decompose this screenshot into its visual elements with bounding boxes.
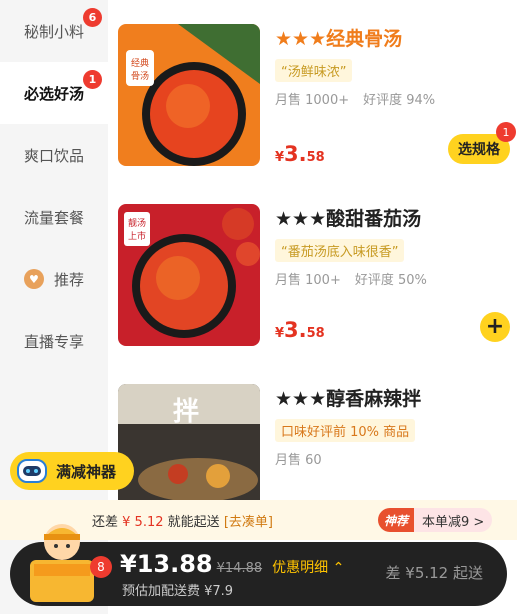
sidebar-item-live[interactable]: 直播专享 (0, 310, 108, 372)
cart-count-badge: 8 (90, 556, 112, 578)
rating: 好评度 50% (354, 273, 427, 288)
delivery-fee: 预估加配送费 ¥7.9 (122, 584, 234, 599)
product-image[interactable]: 经典 骨汤 (118, 24, 260, 166)
svg-text:骨汤: 骨汤 (131, 71, 149, 82)
product-price: ¥3.58 (275, 142, 325, 166)
product-info: ★★★醇香麻辣拌 口味好评前 10% 商品 月售 60 (275, 384, 510, 468)
recommend-tag: 神荐 (378, 508, 415, 532)
sidebar-item-drinks[interactable]: 爽口饮品 (0, 124, 108, 186)
sidebar-item-combos[interactable]: 流量套餐 (0, 186, 108, 248)
min-order-hint: 还差 ¥ 5.12 就能起送 [去凑单] (92, 514, 273, 530)
cart-bar[interactable]: 8 ¥13.88 ¥14.88 优惠明细 ⌃ 预估加配送费 ¥7.9 差 ¥5.… (10, 524, 507, 606)
count-badge: 1 (496, 122, 516, 142)
recommend-icon: ♥ (23, 269, 44, 289)
discount-button[interactable]: 本单减9 > (414, 508, 493, 532)
count-badge: 1 (83, 70, 102, 89)
select-spec-button[interactable]: 选规格 1 (448, 122, 516, 164)
product-info: ★★★酸甜番茄汤 “番茄汤底入味很香” 月售 100+ 好评度 50% ¥3.58… (275, 204, 510, 342)
sidebar-item-recommend[interactable]: ♥ 推荐 (0, 248, 108, 310)
product-image[interactable]: 拌 (118, 384, 260, 500)
svg-text:上市: 上市 (128, 230, 146, 242)
product-info: ★★★经典骨汤 “汤鲜味浓” 月售 1000+ 好评度 94% ¥3.58 选规格… (275, 24, 516, 166)
rating: 好评度 94% (363, 93, 436, 108)
product-meta: 月售 100+ 好评度 50% (275, 269, 510, 288)
product-tag: “番茄汤底入味很香” (275, 239, 405, 262)
robot-icon (17, 459, 47, 483)
min-order-status: 差 ¥5.12 起送 (385, 564, 483, 582)
product-name: ★★★醇香麻辣拌 (275, 388, 422, 410)
monthly-sales: 月售 100+ (275, 273, 341, 288)
discount-detail-link[interactable]: 优惠明细 ⌃ (272, 557, 344, 577)
product-card[interactable]: 经典 骨汤 ★★★经典骨汤 “汤鲜味浓” 月售 1000+ 好评度 94% ¥3.… (118, 24, 516, 174)
product-price: ¥3.58 (275, 318, 325, 342)
sidebar-item-label: 秘制小料 (23, 22, 84, 41)
monthly-sales: 月售 1000+ (275, 93, 350, 108)
product-meta: 月售 60 (275, 449, 510, 468)
svg-text:经典: 经典 (131, 57, 149, 69)
count-badge: 6 (83, 8, 102, 27)
product-meta: 月售 1000+ 好评度 94% (275, 89, 510, 108)
add-to-cart-button[interactable]: + (480, 312, 510, 342)
product-name: ★★★酸甜番茄汤 (275, 208, 422, 230)
sidebar-item-label: 流量套餐 (23, 208, 84, 227)
product-name: ★★★经典骨汤 (275, 28, 403, 50)
add-more-link[interactable]: [去凑单] (224, 515, 273, 530)
svg-text:拌: 拌 (173, 397, 199, 427)
original-price: ¥14.88 (216, 561, 263, 576)
sidebar-item-label: 直播专享 (23, 332, 84, 351)
delivery-rider-icon[interactable] (24, 514, 100, 604)
sidebar-item-label: 推荐 (53, 270, 84, 289)
product-card[interactable]: 靓汤 上市 ★★★酸甜番茄汤 “番茄汤底入味很香” 月售 100+ 好评度 50%… (118, 204, 510, 354)
cart-total: ¥13.88 ¥14.88 优惠明细 ⌃ (120, 550, 345, 578)
sidebar-item-soups[interactable]: 必选好汤 1 (0, 62, 108, 124)
discount-helper-button[interactable]: 满减神器 (10, 452, 135, 490)
sidebar-item-sauces[interactable]: 秘制小料 6 (0, 0, 108, 62)
svg-text:靓汤: 靓汤 (128, 217, 146, 229)
product-card[interactable]: 拌 ★★★醇香麻辣拌 口味好评前 10% 商品 月售 60 (118, 384, 510, 500)
monthly-sales: 月售 60 (275, 453, 322, 468)
product-tag: 口味好评前 10% 商品 (275, 419, 416, 442)
promo-label: 满减神器 (56, 462, 117, 481)
product-tag: “汤鲜味浓” (275, 59, 353, 82)
sidebar-item-label: 必选好汤 (23, 84, 84, 103)
sidebar-item-label: 爽口饮品 (23, 146, 84, 165)
product-image[interactable]: 靓汤 上市 (118, 204, 260, 346)
